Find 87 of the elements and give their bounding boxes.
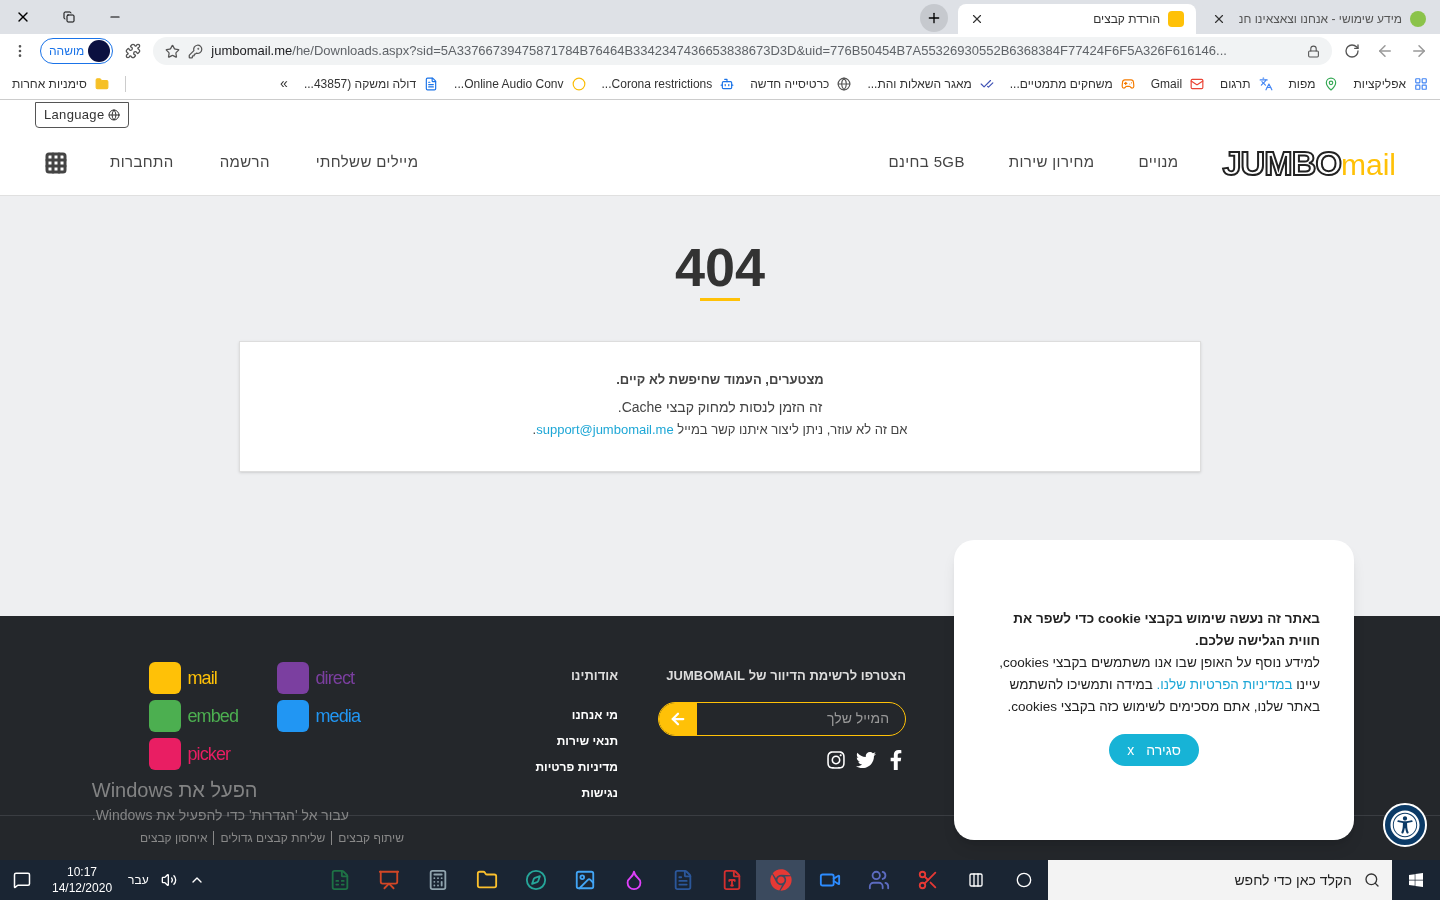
app-link[interactable]: embed bbox=[187, 702, 238, 730]
other-bookmarks[interactable]: סימניות אחרות bbox=[12, 74, 87, 93]
nav-link[interactable]: מנויים bbox=[1138, 151, 1179, 174]
globe-icon bbox=[108, 109, 121, 121]
bookmark[interactable]: תרגום bbox=[1220, 74, 1251, 93]
instagram-icon[interactable] bbox=[826, 749, 846, 770]
about-title: אודותינו bbox=[569, 667, 618, 685]
search-icon bbox=[1364, 872, 1380, 888]
tab-title: מידע שימושי - אנחנו וצאצאינו חנ bbox=[1237, 11, 1402, 28]
activation-message: עבור אל 'הגדרות' כדי להפעיל את Windows. bbox=[91, 806, 349, 825]
nav-link[interactable]: מיילים ששלחתי bbox=[315, 151, 419, 174]
reload-icon[interactable] bbox=[1344, 43, 1360, 59]
url-text: jumbomail.me/he/Downloads.aspx?sid=5A33766739475871784B76464B3342347436653838673D3D&uid=776B50454B7A55326930552B6368384F77424F6F5A326F616146... bbox=[211, 42, 1228, 61]
bookmark-favicon-icon[interactable] bbox=[1258, 76, 1273, 91]
forward-icon[interactable] bbox=[1410, 42, 1428, 60]
bookmark[interactable]: Gmail bbox=[1150, 74, 1183, 93]
tab-favicon-icon bbox=[1410, 11, 1426, 27]
tab-title: הורדת קבצים bbox=[1092, 11, 1160, 28]
back-icon[interactable] bbox=[1376, 42, 1394, 60]
bookmark-favicon-icon[interactable] bbox=[424, 76, 439, 91]
submit-button[interactable] bbox=[659, 702, 697, 735]
avatar-icon bbox=[88, 40, 111, 62]
task-view-icon[interactable] bbox=[968, 872, 984, 888]
footer-link[interactable]: מדיניות פרטיות bbox=[535, 757, 618, 776]
app-icon[interactable] bbox=[524, 869, 547, 891]
nav-link[interactable]: מחירון שירות bbox=[1008, 151, 1095, 174]
newsletter-title: הצטרפו לרשימת הדיוור של JUMBOMAIL bbox=[665, 667, 906, 685]
bookmark[interactable]: Corona restrictions... bbox=[601, 74, 713, 93]
search-placeholder: הקלד כאן כדי לחפש bbox=[1234, 870, 1352, 890]
grid-icon[interactable] bbox=[44, 150, 68, 175]
bookmark[interactable]: כרטיסייה חדשה bbox=[750, 74, 830, 93]
app-icon[interactable] bbox=[475, 869, 498, 891]
browser-tab[interactable]: הורדת קבצים bbox=[958, 4, 1196, 34]
app-link[interactable]: mail bbox=[187, 664, 217, 692]
key-icon bbox=[188, 43, 204, 59]
address-bar[interactable]: jumbomail.me/he/Downloads.aspx?sid=5A33766739475871784B76464B3342347436653838673D3D&uid=776B50454B7A55326930552B6368384F77424F6F5A326F616146... bbox=[153, 37, 1332, 65]
app-link[interactable]: media bbox=[315, 702, 360, 730]
windows-logo-icon[interactable] bbox=[1408, 872, 1424, 888]
footer-bottom-link[interactable]: שליחת קבצים גדולים bbox=[220, 829, 326, 847]
footer-link[interactable]: תנאי שירות bbox=[535, 731, 618, 750]
bookmark[interactable]: אפליקציות bbox=[1353, 74, 1406, 93]
volume-icon[interactable] bbox=[160, 872, 177, 888]
bookmark[interactable]: דולה ומשקה (43857... bbox=[303, 74, 417, 93]
bookmark[interactable]: מאגר השאלות והת... bbox=[867, 74, 972, 93]
error-code: 404 bbox=[674, 240, 766, 294]
bookmark-favicon-icon[interactable] bbox=[720, 76, 735, 91]
circle-icon[interactable] bbox=[1016, 872, 1032, 888]
error-hint: זה הזמן לנסות למחוק קבצי Cache. bbox=[617, 398, 823, 417]
close-icon bbox=[1212, 12, 1226, 26]
twitter-icon[interactable] bbox=[856, 749, 876, 770]
cookie-title: באתר זה נעשה שימוש בקבצי cookie כדי לשפר את חווית הגלישה שלכם. bbox=[1012, 610, 1320, 650]
app-icon[interactable] bbox=[149, 662, 182, 694]
bookmark[interactable]: מפות bbox=[1288, 74, 1316, 93]
footer-bottom-link[interactable]: שיתוף קבצים bbox=[338, 829, 404, 847]
footer-bottom-link[interactable]: איחסון קבצים bbox=[139, 829, 208, 847]
star-icon bbox=[165, 43, 181, 59]
app-icon[interactable] bbox=[573, 869, 596, 891]
clock[interactable]: 10:17 14/12/2020 bbox=[44, 864, 121, 896]
taskbar-search-field[interactable]: הקלד כאן כדי לחפש bbox=[1048, 860, 1392, 900]
nav-link[interactable]: הרשמה bbox=[219, 151, 270, 174]
bookmark[interactable]: Online Audio Conv... bbox=[454, 74, 564, 93]
close-icon bbox=[970, 12, 984, 26]
notifications-icon[interactable] bbox=[13, 871, 31, 889]
bookmark-favicon-icon[interactable] bbox=[1190, 76, 1205, 91]
bookmark[interactable]: משחקים מתמטיים... bbox=[1009, 74, 1113, 93]
tab-favicon-icon bbox=[1168, 11, 1184, 27]
jumbomail-logo[interactable]: JUMBOmail bbox=[1222, 145, 1396, 180]
language-button[interactable]: Language bbox=[35, 102, 130, 128]
app-icon[interactable] bbox=[149, 700, 182, 732]
bookmarks-overflow[interactable]: » bbox=[280, 73, 288, 94]
restore-icon[interactable] bbox=[63, 11, 75, 23]
new-tab-button[interactable] bbox=[920, 4, 948, 32]
footer-link[interactable]: נגישות bbox=[535, 783, 618, 802]
app-icon[interactable] bbox=[277, 700, 310, 732]
puzzle-icon[interactable] bbox=[125, 43, 142, 59]
input-language[interactable]: עבר bbox=[120, 871, 157, 889]
nav-link[interactable]: התחברות bbox=[110, 151, 174, 174]
cookie-text: למידע נוסף על האופן שבו אנו משתמשים בקבצי cookies, עיינו במדיניות הפרטיות שלנו. במידה ותמשיכו להשתמש באתר שלנו, אתם מסכימים לשימוש כזה בקבצי cookies. bbox=[998, 654, 1320, 716]
accessibility-icon[interactable] bbox=[1390, 810, 1420, 840]
email-input[interactable]: המייל שלך bbox=[697, 708, 905, 729]
nav-link[interactable]: 5GB בחינם bbox=[888, 151, 965, 174]
footer-link[interactable]: מי אנחנו bbox=[535, 705, 618, 724]
error-title: מצטערים, העמוד שחיפשת לא קיים. bbox=[616, 370, 824, 389]
bookmark-favicon-icon[interactable] bbox=[837, 76, 852, 91]
lock-icon bbox=[1307, 44, 1320, 58]
activation-title: הפעל את Windows bbox=[91, 778, 258, 803]
plus-icon[interactable] bbox=[926, 10, 942, 26]
